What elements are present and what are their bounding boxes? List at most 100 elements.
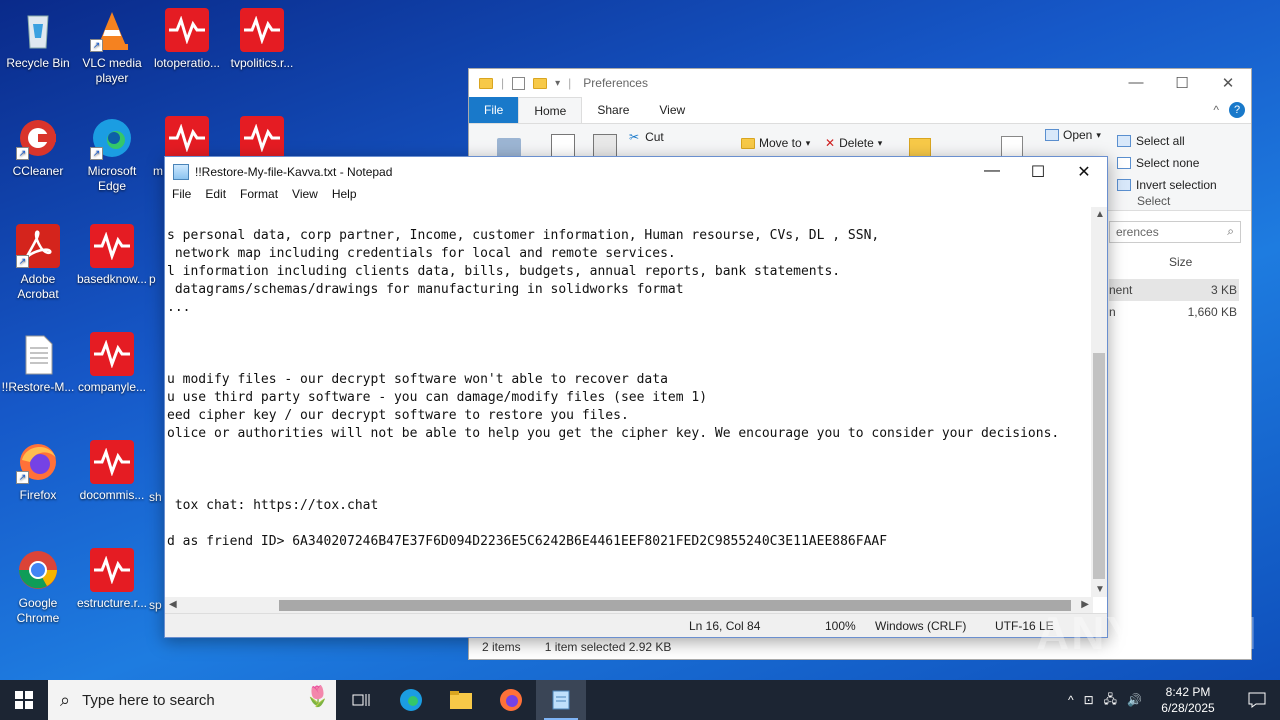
text-line <box>167 515 1093 533</box>
menu-edit[interactable]: Edit <box>198 187 233 207</box>
notification-button[interactable] <box>1234 680 1280 720</box>
scroll-left-icon[interactable]: ◀ <box>169 599 177 610</box>
desktop-icon-label: basedknow... <box>76 272 148 286</box>
file-row[interactable]: n 1,660 KB <box>1109 301 1239 323</box>
taskbar-notepad[interactable] <box>536 680 586 720</box>
menu-format[interactable]: Format <box>233 187 285 207</box>
close-button[interactable]: ✕ <box>1205 74 1251 92</box>
line-ending: Windows (CRLF) <box>875 619 967 633</box>
volume-icon[interactable]: 🔊 <box>1127 693 1142 707</box>
zoom-level: 100% <box>825 619 856 633</box>
scroll-thumb[interactable] <box>279 600 1071 611</box>
notepad-icon <box>552 690 570 710</box>
text-line: l information including clients data, bi… <box>167 264 841 279</box>
task-view-button[interactable] <box>336 680 386 720</box>
delete-button[interactable]: ✕ Delete ▾ <box>825 136 882 150</box>
desktop-icon-acrobat[interactable]: ↗ Adobe Acrobat <box>0 224 76 302</box>
firefox-icon: ↗ <box>16 440 60 484</box>
help-icon[interactable]: ? <box>1229 102 1245 118</box>
scroll-up-icon[interactable]: ▲ <box>1095 209 1105 220</box>
taskbar: ⌕ Type here to search 🌷 ^ ⊡ 🖧 🔊 8:42 PM … <box>0 680 1280 720</box>
avast-icon <box>240 116 284 160</box>
menu-help[interactable]: Help <box>325 187 364 207</box>
text-line <box>167 461 1093 479</box>
text-line <box>167 317 1093 335</box>
desktop-icon-docommis[interactable]: docommis... <box>74 440 150 503</box>
select-group: Select all Select none Invert selection <box>1117 130 1235 196</box>
clock-time: 8:42 PM <box>1165 685 1211 699</box>
new-folder-icon[interactable] <box>533 77 548 89</box>
select-none-button[interactable]: Select none <box>1117 152 1235 174</box>
tab-view[interactable]: View <box>644 97 700 123</box>
column-size-header[interactable]: Size <box>1109 255 1249 269</box>
avast-icon <box>90 332 134 376</box>
notepad-titlebar[interactable]: !!Restore-My-file-Kavva.txt - Notepad — … <box>165 157 1107 187</box>
shortcut-arrow-icon: ↗ <box>16 255 29 268</box>
cut-button[interactable]: ✂ Cut <box>629 130 664 144</box>
desktop-icon-label: Adobe Acrobat <box>17 272 59 301</box>
shortcut-arrow-icon: ↗ <box>16 471 29 484</box>
notepad-window[interactable]: !!Restore-My-file-Kavva.txt - Notepad — … <box>164 156 1108 638</box>
invert-selection-button[interactable]: Invert selection <box>1117 174 1235 196</box>
scroll-thumb[interactable] <box>1093 353 1105 579</box>
desktop-icon-vlc[interactable]: ↗ VLC media player <box>74 8 150 86</box>
desktop-icon-lotoperatio[interactable]: lotoperatio... <box>149 8 225 71</box>
desktop-icon-label: CCleaner <box>12 164 64 178</box>
desktop-icon-label: !!Restore-M... <box>1 380 75 394</box>
avast-icon <box>240 8 284 52</box>
text-line: u use third party software - you can dam… <box>167 390 708 405</box>
vertical-scrollbar[interactable]: ▲ ▼ <box>1091 207 1107 597</box>
file-row[interactable]: nent 3 KB <box>1109 279 1239 301</box>
chrome-icon <box>16 548 60 592</box>
horizontal-scrollbar[interactable]: ◀ ▶ <box>165 597 1093 614</box>
desktop-icon-ccleaner[interactable]: ↗ CCleaner <box>0 116 76 179</box>
desktop-icon-estructure[interactable]: estructure.r... <box>74 548 150 611</box>
menu-bar: File Edit Format View Help <box>165 187 1107 207</box>
chevron-down-icon[interactable]: ▾ <box>555 78 560 89</box>
taskbar-edge[interactable] <box>386 680 436 720</box>
network-icon[interactable]: 🖧 <box>1104 690 1117 711</box>
minimize-button[interactable]: — <box>969 162 1015 182</box>
chevron-up-icon[interactable]: ^ <box>1068 693 1074 707</box>
network-status-icon[interactable]: ⊡ <box>1084 693 1094 707</box>
desktop-icon-restore-file[interactable]: !!Restore-M... <box>0 332 76 395</box>
maximize-button[interactable]: ☐ <box>1015 162 1061 182</box>
clock[interactable]: 8:42 PM 6/28/2025 <box>1152 684 1224 716</box>
desktop-icon-recycle-bin[interactable]: Recycle Bin <box>0 8 76 71</box>
explorer-titlebar[interactable]: | ▾ | Preferences — ☐ ✕ <box>469 69 1251 97</box>
select-all-icon <box>1117 135 1131 147</box>
desktop-icon-firefox[interactable]: ↗ Firefox <box>0 440 76 503</box>
minimize-button[interactable]: — <box>1113 74 1159 92</box>
maximize-button[interactable]: ☐ <box>1159 74 1205 92</box>
scroll-down-icon[interactable]: ▼ <box>1095 584 1105 595</box>
start-button[interactable] <box>0 680 48 720</box>
tab-home[interactable]: Home <box>518 97 583 123</box>
desktop-icon-label: estructure.r... <box>76 596 148 610</box>
flowers-icon: 🌷 <box>305 686 330 708</box>
properties-icon[interactable] <box>512 76 526 90</box>
taskbar-file-explorer[interactable] <box>436 680 486 720</box>
explorer-search-input[interactable]: erences ⌕ <box>1109 221 1241 243</box>
tab-file[interactable]: File <box>469 97 519 123</box>
menu-view[interactable]: View <box>285 187 325 207</box>
search-icon: ⌕ <box>1227 224 1234 238</box>
menu-file[interactable]: File <box>165 187 198 207</box>
text-line: u modify files - our decrypt software wo… <box>167 372 668 387</box>
collapse-ribbon-icon[interactable]: ^ <box>1213 103 1219 117</box>
tab-share[interactable]: Share <box>582 97 644 123</box>
shortcut-arrow-icon: ↗ <box>90 39 103 52</box>
close-button[interactable]: ✕ <box>1061 162 1107 182</box>
desktop-icon-edge[interactable]: ↗ Microsoft Edge <box>74 116 150 194</box>
taskbar-search[interactable]: ⌕ Type here to search 🌷 <box>48 680 336 720</box>
select-all-button[interactable]: Select all <box>1117 130 1235 152</box>
text-line <box>167 353 1093 371</box>
desktop-icon-companyle[interactable]: companyle... <box>74 332 150 395</box>
open-button[interactable]: Open ▾ <box>1045 128 1101 142</box>
move-to-button[interactable]: Move to ▾ <box>741 136 810 150</box>
desktop-icon-basedknow[interactable]: basedknow... <box>74 224 150 287</box>
text-editor[interactable]: s personal data, corp partner, Income, c… <box>167 227 1093 597</box>
desktop-icon-chrome[interactable]: Google Chrome <box>0 548 76 626</box>
desktop-icon-tvpolitics[interactable]: tvpolitics.r... <box>224 8 300 71</box>
taskbar-firefox[interactable] <box>486 680 536 720</box>
text-line <box>167 479 1093 497</box>
